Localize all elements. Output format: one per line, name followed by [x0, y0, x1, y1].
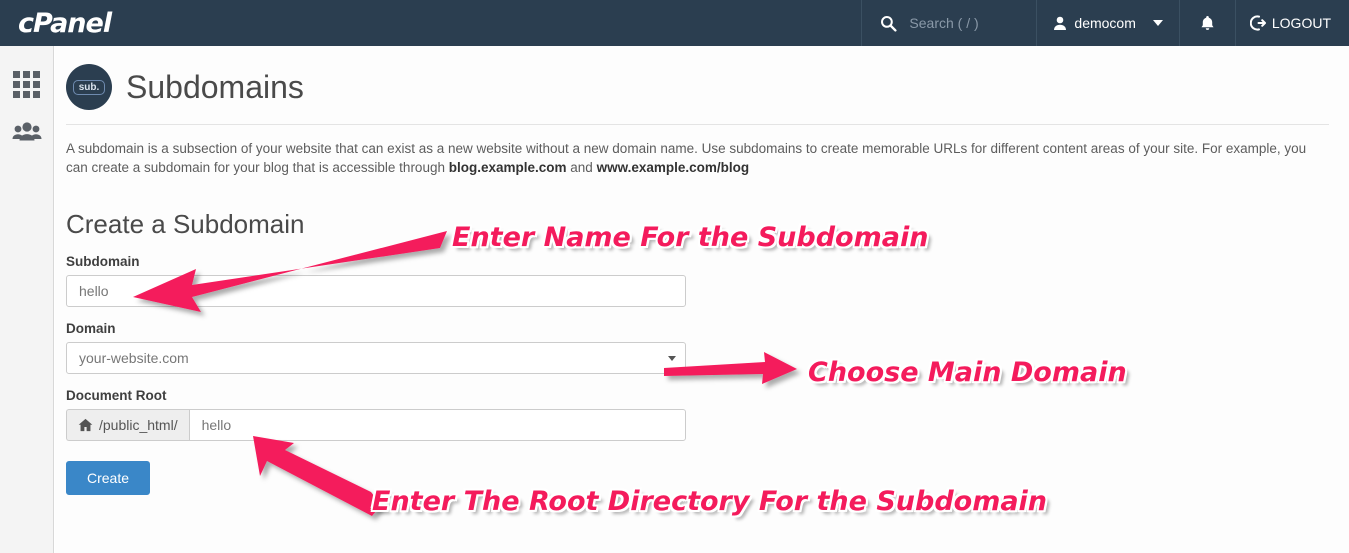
- bell-icon: [1200, 15, 1215, 32]
- logout-label: LOGOUT: [1271, 15, 1331, 31]
- top-header: cPanel Search ( / ) democom LOGOUT: [0, 0, 1349, 46]
- search-input[interactable]: Search ( / ): [909, 15, 978, 31]
- subdomains-icon-badge: sub.: [72, 79, 106, 95]
- create-subdomain-heading: Create a Subdomain: [66, 209, 305, 239]
- notifications-button[interactable]: [1178, 0, 1235, 46]
- user-icon: [1053, 16, 1067, 31]
- user-menu[interactable]: democom: [1036, 0, 1178, 46]
- document-root-prefix: /public_html/: [66, 409, 189, 441]
- create-button[interactable]: Create: [66, 461, 151, 495]
- sidebar-item-users[interactable]: [0, 108, 53, 156]
- description-text-2: and: [566, 160, 597, 175]
- subdomain-input[interactable]: hello: [66, 275, 686, 307]
- brand-logo-area[interactable]: cPanel: [0, 0, 155, 46]
- description-example-domain: blog.example.com: [448, 160, 567, 175]
- page-description: A subdomain is a subsection of your webs…: [66, 139, 1329, 177]
- document-root-group: /public_html/ hello: [66, 409, 686, 441]
- header-spacer: [155, 0, 861, 46]
- home-icon: [78, 418, 93, 432]
- users-group-icon: [12, 121, 42, 143]
- description-example-url: www.example.com/blog: [596, 160, 750, 175]
- logout-button[interactable]: LOGOUT: [1234, 0, 1349, 46]
- page-title: Subdomains: [126, 68, 304, 105]
- search-icon: [880, 15, 897, 32]
- domain-select-wrapper: your-website.com: [66, 342, 686, 374]
- chevron-down-icon: [668, 356, 676, 361]
- main-content: sub. Subdomains A subdomain is a subsect…: [55, 46, 1349, 553]
- document-root-field-label: Document Root: [66, 388, 167, 403]
- document-root-input[interactable]: hello: [188, 409, 686, 441]
- search-box[interactable]: Search ( / ): [861, 0, 1036, 46]
- chevron-down-icon: [1152, 20, 1163, 26]
- subdomains-icon: sub.: [66, 64, 112, 110]
- domain-field-label: Domain: [66, 321, 116, 336]
- page-header: sub. Subdomains: [66, 64, 1329, 110]
- document-root-prefix-text: /public_html/: [99, 417, 178, 433]
- cpanel-logo: cPanel: [18, 7, 112, 39]
- subdomain-field-label: Subdomain: [66, 254, 140, 269]
- domain-select[interactable]: your-website.com: [66, 342, 686, 374]
- logout-icon: [1249, 15, 1266, 31]
- apps-grid-icon: [13, 70, 40, 98]
- header-divider: [66, 124, 1329, 125]
- left-sidebar: [0, 46, 54, 553]
- sidebar-item-apps[interactable]: [0, 60, 53, 108]
- user-name: democom: [1074, 15, 1136, 31]
